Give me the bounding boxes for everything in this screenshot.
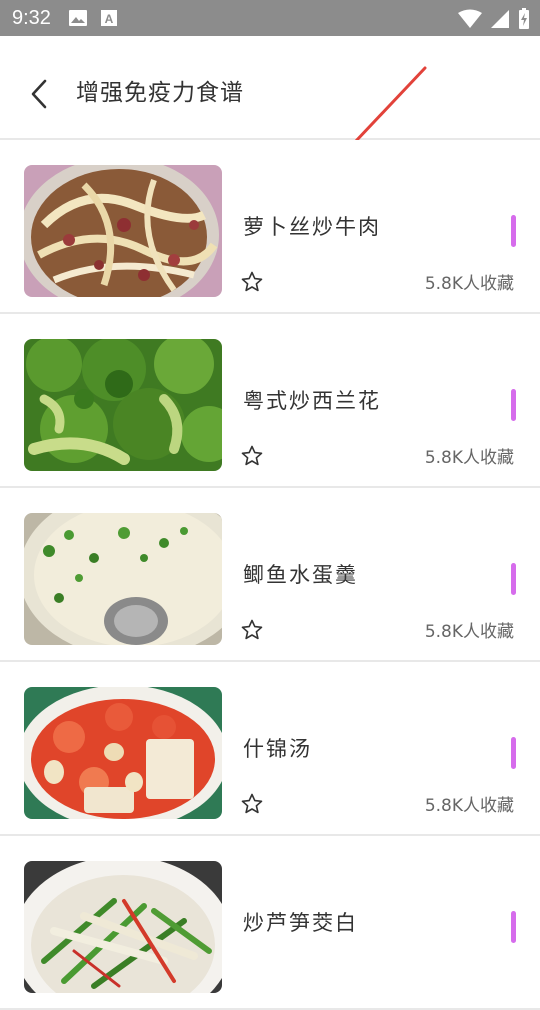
recipe-name: 萝卜丝炒牛肉 xyxy=(243,215,381,239)
star-icon[interactable] xyxy=(240,270,264,294)
egg-custard-photo xyxy=(24,513,222,645)
chevron-left-icon xyxy=(31,79,47,109)
accent-bar xyxy=(511,911,516,943)
a-square-icon: A xyxy=(100,9,118,31)
battery-icon xyxy=(518,8,530,34)
recipe-row[interactable]: 什锦汤 5.8K人收藏 xyxy=(0,662,540,836)
mixed-soup-photo xyxy=(24,687,222,819)
recipe-name: 炒芦笋茭白 xyxy=(243,911,358,935)
recipe-list: 萝卜丝炒牛肉 5.8K人收藏 粤式炒西兰花 5.8K人收藏 鲫鱼水蛋羹 5.8K… xyxy=(0,140,540,1010)
favorite-count: 5.8K人收藏 xyxy=(424,796,514,816)
back-button[interactable] xyxy=(22,74,56,114)
image-icon xyxy=(68,9,88,31)
star-icon[interactable] xyxy=(240,618,264,642)
recipe-name: 鲫鱼水蛋羹 xyxy=(243,563,358,587)
accent-bar xyxy=(511,215,516,247)
signal-icon xyxy=(490,9,510,33)
wifi-icon xyxy=(458,9,482,33)
recipe-row[interactable]: 粤式炒西兰花 5.8K人收藏 xyxy=(0,314,540,488)
favorite-count: 5.8K人收藏 xyxy=(424,448,514,468)
status-bar: 9:32 A xyxy=(0,0,540,36)
favorite-count: 5.8K人收藏 xyxy=(424,622,514,642)
recipe-row[interactable]: 鲫鱼水蛋羹 5.8K人收藏 xyxy=(0,488,540,662)
app-header: 增强免疫力食谱 xyxy=(0,36,540,140)
accent-bar xyxy=(511,563,516,595)
svg-text:A: A xyxy=(105,12,114,26)
favorite-count: 5.8K人收藏 xyxy=(424,274,514,294)
recipe-row[interactable]: 炒芦笋茭白 xyxy=(0,836,540,1010)
accent-bar xyxy=(511,737,516,769)
status-time: 9:32 xyxy=(12,7,51,29)
recipe-name: 什锦汤 xyxy=(243,737,312,761)
broccoli-photo xyxy=(24,339,222,471)
asparagus-photo xyxy=(24,861,222,993)
recipe-row[interactable]: 萝卜丝炒牛肉 5.8K人收藏 xyxy=(0,140,540,314)
beef-radish-photo xyxy=(24,165,222,297)
star-icon[interactable] xyxy=(240,444,264,468)
recipe-name: 粤式炒西兰花 xyxy=(243,389,381,413)
star-icon[interactable] xyxy=(240,792,264,816)
page-title: 增强免疫力食谱 xyxy=(76,80,244,106)
accent-bar xyxy=(511,389,516,421)
